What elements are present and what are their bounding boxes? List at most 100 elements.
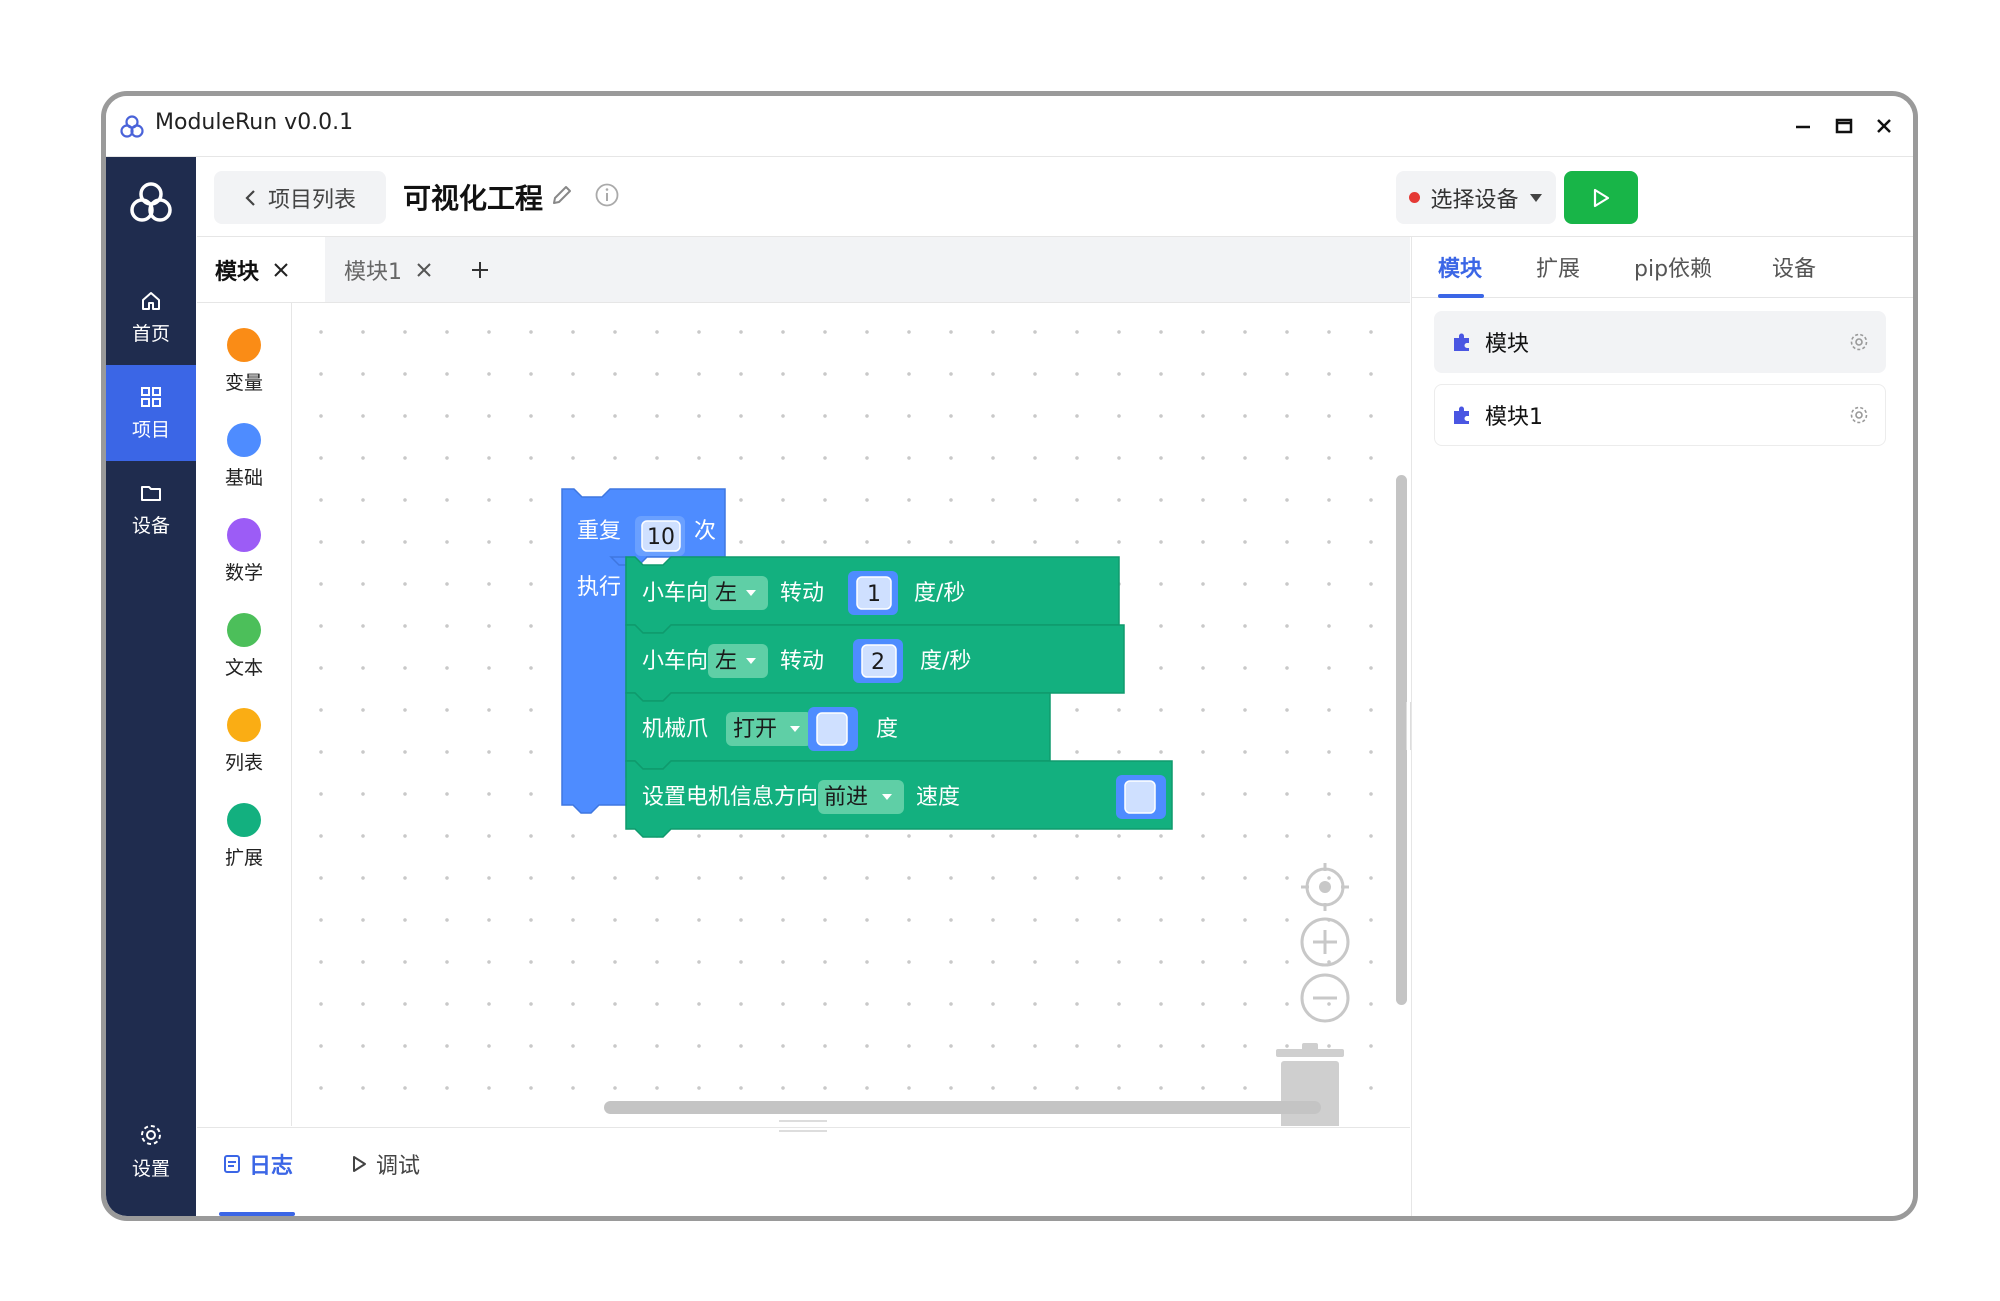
do-label: 执行 bbox=[577, 575, 621, 600]
disconnected-status-dot bbox=[1409, 192, 1421, 203]
gear-icon bbox=[141, 1124, 161, 1145]
category-extensions[interactable]: 扩展 bbox=[197, 803, 291, 893]
category-label: 数学 bbox=[224, 562, 263, 584]
category-label: 基础 bbox=[224, 467, 263, 489]
maximize-icon bbox=[1835, 118, 1853, 134]
module-list-item[interactable]: 模块 bbox=[1434, 311, 1886, 373]
sidebar-item-label: 首页 bbox=[131, 322, 170, 345]
statement-label: 机械爪 bbox=[642, 717, 708, 742]
tab-label: 日志 bbox=[249, 1154, 294, 1179]
dropdown-value: 打开 bbox=[733, 717, 777, 742]
module-name: 模块 bbox=[1485, 332, 1530, 357]
info-icon[interactable] bbox=[594, 182, 620, 208]
module-list-item[interactable]: 模块1 bbox=[1434, 384, 1886, 446]
maximize-button[interactable] bbox=[1824, 106, 1864, 146]
header-toolbar: 项目列表 可视化工程 选择设备 bbox=[197, 157, 1913, 237]
statement-label: 设置电机信息方向 bbox=[642, 785, 818, 810]
sidebar-item-label: 项目 bbox=[131, 418, 170, 441]
window-title: ModuleRun v0.0.1 bbox=[155, 110, 354, 135]
recenter-target-icon[interactable] bbox=[1299, 861, 1351, 913]
grid-icon bbox=[141, 386, 161, 407]
value-input[interactable] bbox=[816, 712, 848, 746]
workspace-horizontal-scrollbar[interactable] bbox=[604, 1101, 1321, 1114]
repeat-label: 重复 bbox=[577, 519, 621, 544]
folder-icon bbox=[141, 485, 161, 501]
block-category-list: 变量 基础 数学 文本 列表 扩展 bbox=[197, 303, 292, 1126]
statement-label: 度/秒 bbox=[920, 649, 971, 674]
tab-devices[interactable]: 设备 bbox=[1772, 251, 1816, 283]
minimize-button[interactable] bbox=[1783, 106, 1823, 146]
statement-label: 度 bbox=[876, 717, 898, 742]
category-variables[interactable]: 变量 bbox=[197, 328, 291, 418]
tab-log[interactable]: 日志 bbox=[223, 1148, 293, 1180]
close-tab-icon[interactable] bbox=[416, 262, 432, 278]
puzzle-icon bbox=[1454, 406, 1469, 424]
editor-tab-module[interactable]: 模块 bbox=[197, 237, 325, 302]
sidebar-item-projects[interactable]: 项目 bbox=[106, 365, 196, 461]
tab-label: 调试 bbox=[376, 1154, 421, 1179]
editor-tab-module1[interactable]: 模块1 bbox=[326, 237, 454, 302]
dropdown-value: 前进 bbox=[824, 785, 868, 810]
puzzle-icon bbox=[1454, 333, 1469, 351]
tab-debug[interactable]: 调试 bbox=[350, 1148, 420, 1180]
category-label: 文本 bbox=[224, 657, 263, 679]
document-icon bbox=[224, 1155, 240, 1173]
module-name: 模块1 bbox=[1485, 405, 1543, 430]
value-text: 1 bbox=[867, 582, 881, 607]
dropdown-value: 左 bbox=[715, 649, 737, 674]
category-basic[interactable]: 基础 bbox=[197, 423, 291, 513]
statement-label: 小车向 bbox=[642, 581, 708, 606]
category-color-dot bbox=[227, 708, 261, 742]
tab-extensions[interactable]: 扩展 bbox=[1536, 251, 1580, 283]
module-settings-gear-icon[interactable] bbox=[1849, 332, 1869, 352]
chevron-left-icon bbox=[245, 189, 255, 206]
sidebar-item-label: 设置 bbox=[131, 1157, 170, 1180]
right-panel: 模块 扩展 pip依赖 设备 模块 模块1 bbox=[1411, 237, 1913, 1216]
tab-modules[interactable]: 模块 bbox=[1438, 251, 1482, 283]
caret-down-icon bbox=[1529, 193, 1542, 202]
repeat-suffix: 次 bbox=[694, 519, 716, 544]
minimize-icon bbox=[1796, 125, 1810, 129]
value-text: 2 bbox=[871, 650, 885, 675]
back-button-label: 项目列表 bbox=[267, 187, 356, 213]
play-icon bbox=[1593, 188, 1610, 207]
category-color-dot bbox=[227, 803, 261, 837]
dropdown-value: 左 bbox=[715, 581, 737, 606]
statement-label: 小车向 bbox=[642, 649, 708, 674]
sidebar-item-devices[interactable]: 设备 bbox=[106, 461, 196, 557]
edit-pencil-icon[interactable] bbox=[549, 182, 575, 208]
run-button[interactable] bbox=[1564, 171, 1638, 224]
category-text[interactable]: 文本 bbox=[197, 613, 291, 703]
app-logo-icon bbox=[120, 115, 144, 138]
editor-tab-label: 模块 bbox=[215, 259, 260, 285]
active-tab-indicator bbox=[1438, 294, 1484, 298]
zoom-out-icon[interactable] bbox=[1299, 972, 1351, 1024]
device-select-dropdown[interactable]: 选择设备 bbox=[1396, 171, 1556, 224]
zoom-in-icon[interactable] bbox=[1299, 916, 1351, 968]
category-lists[interactable]: 列表 bbox=[197, 708, 291, 798]
back-to-project-list-button[interactable]: 项目列表 bbox=[214, 171, 386, 224]
category-color-dot bbox=[227, 423, 261, 457]
close-tab-icon[interactable] bbox=[273, 262, 289, 278]
play-outline-icon bbox=[353, 1156, 366, 1172]
panel-resize-handle[interactable] bbox=[779, 1120, 827, 1132]
blockly-workspace[interactable]: 重复 10 次 执行 小车向 左 转动 1 度/秒 小车向 左 转动 2 度/秒… bbox=[292, 303, 1410, 1126]
tab-pip-dependencies[interactable]: pip依赖 bbox=[1634, 251, 1712, 283]
close-button[interactable] bbox=[1864, 106, 1904, 146]
editor-tab-bar: 模块 模块1 bbox=[197, 237, 1410, 303]
value-input[interactable] bbox=[1124, 780, 1156, 814]
project-title: 可视化工程 bbox=[403, 182, 544, 215]
module-settings-gear-icon[interactable] bbox=[1849, 405, 1869, 425]
category-math[interactable]: 数学 bbox=[197, 518, 291, 608]
add-tab-icon[interactable] bbox=[469, 259, 491, 281]
category-color-dot bbox=[227, 328, 261, 362]
category-color-dot bbox=[227, 518, 261, 552]
sidebar-item-settings[interactable]: 设置 bbox=[106, 1103, 196, 1199]
app-window: ModuleRun v0.0.1 首页 项目 设备 设置 项目列表 可视化工程 … bbox=[101, 91, 1918, 1221]
statement-label: 转动 bbox=[780, 581, 824, 606]
category-label: 扩展 bbox=[224, 847, 263, 869]
home-icon bbox=[142, 291, 160, 310]
statement-label: 速度 bbox=[916, 785, 960, 810]
sidebar-item-home[interactable]: 首页 bbox=[106, 269, 196, 365]
title-bar: ModuleRun v0.0.1 bbox=[106, 96, 1913, 157]
